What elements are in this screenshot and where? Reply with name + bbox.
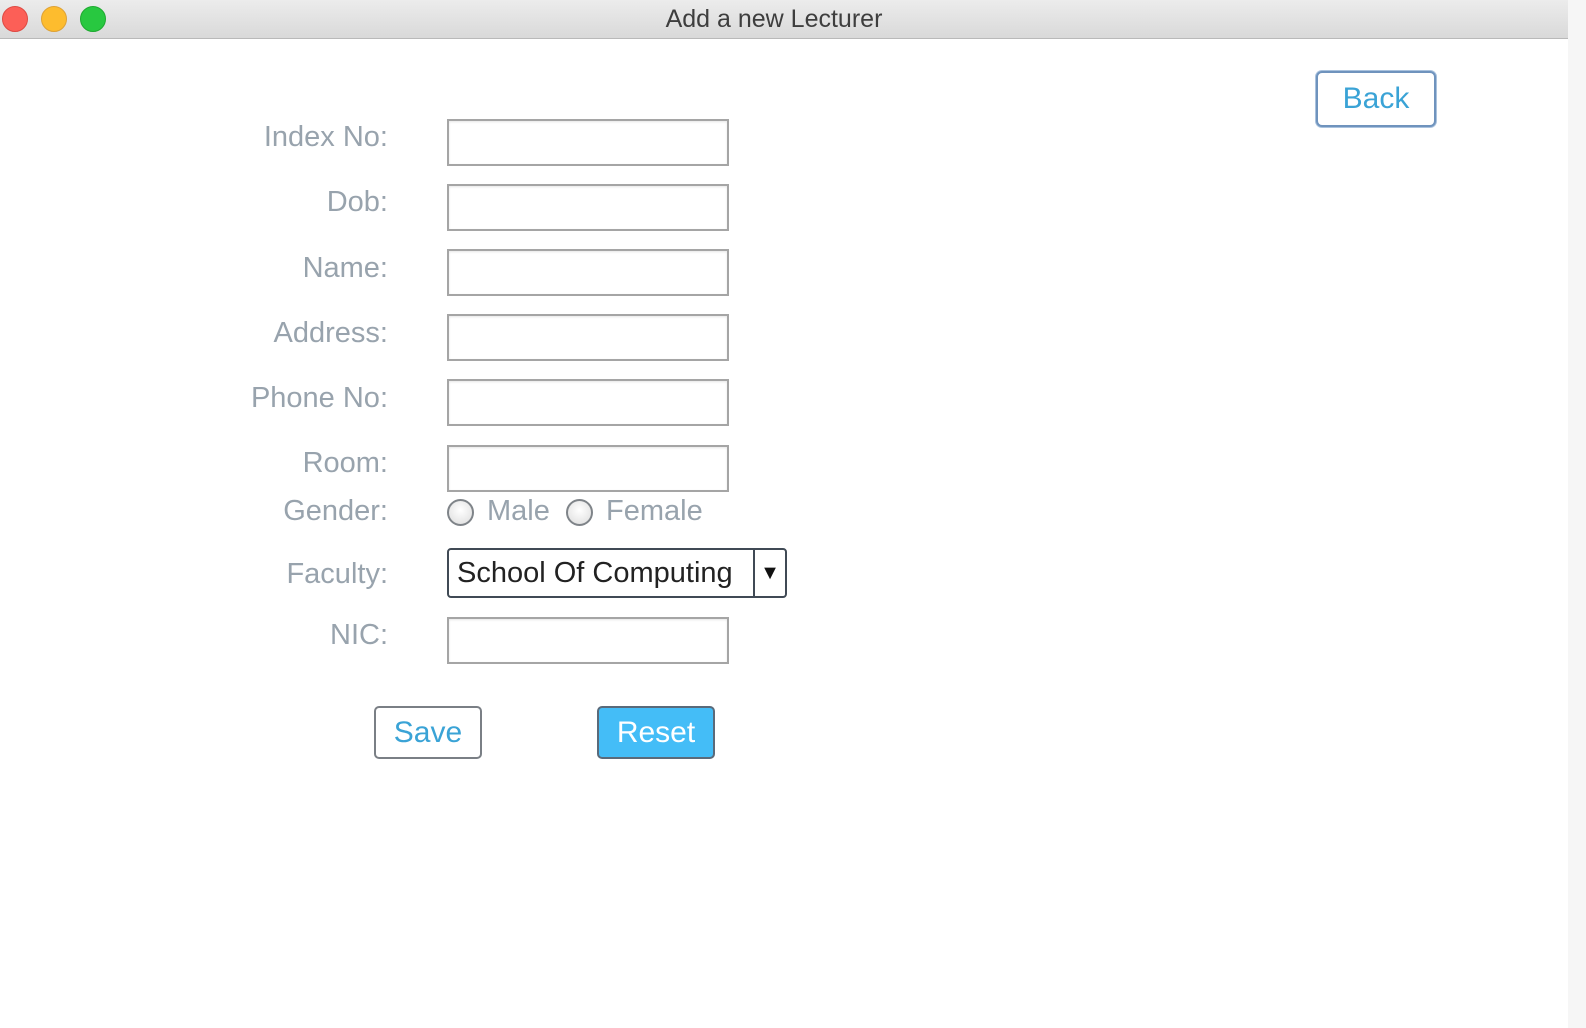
- room-input[interactable]: [447, 445, 729, 492]
- gender-male-label[interactable]: Male: [487, 495, 550, 528]
- index-no-input[interactable]: [447, 119, 729, 166]
- gender-label: Gender:: [283, 495, 388, 527]
- reset-button[interactable]: Reset: [597, 706, 715, 759]
- app-window: Add a new Lecturer Back Index No: Dob: N…: [0, 0, 1568, 1028]
- address-input[interactable]: [447, 314, 729, 361]
- index-no-label: Index No:: [263, 121, 388, 153]
- name-input[interactable]: [447, 249, 729, 296]
- nic-label: NIC:: [330, 619, 388, 651]
- dob-input[interactable]: [447, 184, 729, 231]
- gender-male-radio[interactable]: [447, 499, 474, 526]
- nic-input[interactable]: [447, 617, 729, 664]
- title-bar: Add a new Lecturer: [0, 0, 1568, 39]
- address-label: Address:: [273, 317, 388, 349]
- phone-no-input[interactable]: [447, 379, 729, 426]
- back-button[interactable]: Back: [1316, 71, 1436, 127]
- faculty-label: Faculty:: [286, 558, 388, 590]
- faculty-select[interactable]: School Of Computing ▼: [447, 548, 787, 598]
- save-button[interactable]: Save: [374, 706, 482, 759]
- phone-no-label: Phone No:: [250, 382, 388, 414]
- gender-female-radio[interactable]: [566, 499, 593, 526]
- dob-label: Dob:: [326, 186, 388, 218]
- faculty-selected-value: School Of Computing: [457, 557, 733, 589]
- name-label: Name:: [302, 252, 388, 284]
- chevron-down-icon[interactable]: ▼: [755, 550, 785, 596]
- window-title: Add a new Lecturer: [665, 5, 883, 33]
- gender-female-label[interactable]: Female: [606, 495, 703, 528]
- window-edge: [1568, 0, 1586, 1028]
- room-label: Room:: [302, 447, 388, 479]
